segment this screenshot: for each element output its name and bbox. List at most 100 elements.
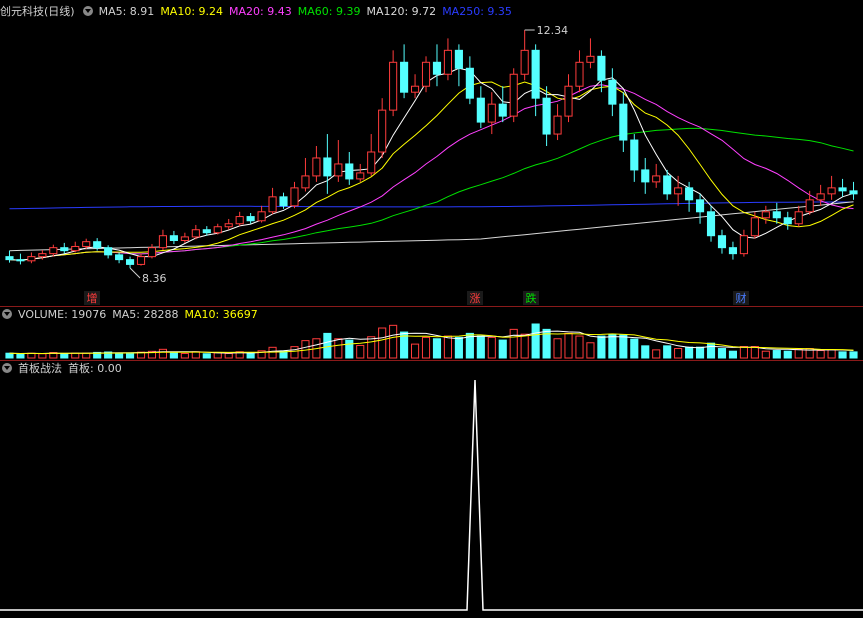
volume-bar: [125, 352, 135, 359]
volume-bar: [454, 336, 463, 359]
volume-bar: [71, 352, 80, 359]
candle-body: [158, 235, 168, 249]
event-marker: 跌: [526, 291, 537, 305]
candle-body: [202, 229, 211, 234]
candle-body: [410, 85, 420, 93]
volume-bar: [586, 342, 595, 359]
candle-body: [783, 217, 792, 225]
volume-bar: [158, 348, 168, 359]
volume-bar: [410, 343, 420, 359]
candle-body: [367, 151, 376, 174]
candle-body: [575, 61, 584, 87]
candle-body: [520, 49, 529, 75]
candle-body: [476, 97, 485, 123]
volume-bar: [323, 332, 332, 359]
volume-bar: [564, 332, 573, 359]
candle-body: [739, 235, 748, 255]
volume-bar: [38, 353, 47, 359]
volume-bar: [367, 336, 376, 359]
candle-body: [268, 196, 277, 213]
candle-body: [608, 79, 617, 105]
candle-body: [509, 73, 518, 117]
volume-bar: [5, 352, 14, 359]
volume-bar: [575, 335, 584, 359]
volume-bar: [421, 336, 431, 359]
candle-body: [849, 190, 858, 195]
candle-body: [816, 193, 825, 201]
volume-bar: [794, 348, 803, 359]
ma120-line: [9, 201, 854, 252]
candle-body: [421, 61, 431, 87]
volume-bar: [772, 350, 781, 359]
volume-bar: [191, 351, 200, 359]
volume-bar: [268, 346, 277, 359]
volume-bar: [849, 351, 858, 359]
candle-body: [49, 247, 58, 255]
candle-body: [60, 247, 69, 252]
candle-body: [685, 187, 694, 201]
candle-body: [257, 211, 266, 222]
candle-body: [125, 259, 135, 265]
candle-body: [136, 256, 146, 265]
candle-body: [356, 172, 365, 180]
volume-bar: [838, 351, 847, 359]
volume-bar: [728, 350, 738, 359]
candle-body: [378, 109, 387, 153]
candle-body: [542, 97, 551, 135]
candle-body: [663, 175, 672, 195]
volume-bar: [82, 352, 91, 359]
event-marker: 涨: [470, 292, 481, 305]
candle-body: [564, 85, 573, 117]
volume-bar: [487, 336, 496, 359]
kline-chart[interactable]: 12.34 8.36 增 涨 跌 财: [0, 0, 863, 618]
ma10-line: [9, 81, 854, 261]
candle-body: [597, 55, 606, 81]
candle-body: [82, 241, 91, 247]
volume-bar: [783, 350, 792, 359]
volume-bar: [356, 344, 365, 359]
volume-bar: [202, 353, 211, 359]
candle-body: [761, 211, 770, 219]
candle-body: [750, 217, 759, 237]
volume-bar: [169, 352, 178, 359]
volume-bar: [345, 339, 354, 359]
volume-bar: [553, 338, 562, 359]
candle-body: [169, 235, 178, 241]
volume-bar: [608, 334, 617, 359]
indicator-line: [0, 379, 863, 611]
volume-bar: [27, 352, 36, 359]
volume-bar: [674, 348, 683, 359]
volume-bar: [476, 335, 485, 359]
candle-body: [334, 163, 343, 177]
ma250-line: [9, 201, 854, 210]
volume-bar: [389, 324, 398, 359]
candle-body: [312, 157, 321, 177]
volume-ma10-line: [9, 333, 854, 355]
volume-bar: [224, 352, 233, 359]
ma20-line: [9, 84, 854, 261]
candle-body: [805, 199, 814, 213]
candle-body: [246, 216, 255, 222]
volume-bar: [750, 346, 759, 359]
candle-body: [674, 187, 683, 195]
volume-bar: [180, 352, 189, 359]
volume-bar: [663, 345, 672, 359]
candle-body: [465, 67, 474, 99]
candle-body: [27, 256, 36, 262]
candle-body: [301, 175, 310, 189]
candle-body: [443, 49, 453, 75]
candle-body: [16, 259, 25, 262]
event-marker: 增: [87, 291, 98, 305]
candle-body: [147, 247, 157, 258]
candle-body: [454, 49, 463, 69]
candle-body: [586, 55, 595, 63]
candle-body: [498, 103, 507, 117]
volume-bar: [246, 352, 255, 359]
volume-bar: [816, 350, 825, 359]
volume-bar: [706, 342, 716, 359]
candle-body: [531, 49, 540, 99]
high-price-label: 12.34: [537, 24, 569, 37]
candle-body: [695, 199, 705, 213]
candle-body: [772, 211, 781, 219]
volume-bar: [432, 338, 442, 359]
